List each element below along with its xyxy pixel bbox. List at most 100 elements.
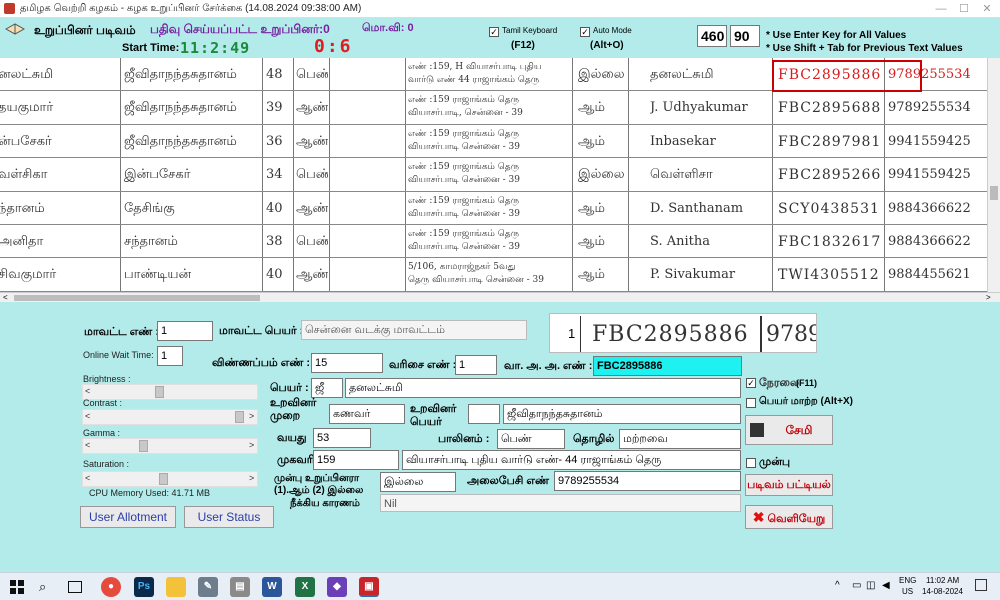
clock-time[interactable]: 11:02 AM [926, 576, 959, 585]
scan-cell-father: ஜீவிதாநந்தசுதானம் [124, 67, 237, 82]
gender-input[interactable]: பெண் [497, 429, 565, 449]
relative-initial-input[interactable] [468, 404, 500, 424]
application-no-input[interactable]: 15 [311, 353, 383, 373]
previous-checkbox[interactable] [746, 458, 756, 468]
chrome-icon[interactable]: ● [101, 577, 121, 597]
hint-enter-key: * Use Enter Key for All Values [766, 30, 907, 41]
tools-icon[interactable]: ✎ [198, 577, 218, 597]
windows-icon[interactable] [10, 580, 24, 594]
address-no-input[interactable]: 159 [313, 450, 399, 470]
scroll-thumb[interactable] [990, 186, 998, 200]
language-primary[interactable]: ENG [899, 576, 916, 585]
voter-id-input[interactable]: FBC2895886 [593, 356, 742, 376]
scan-vertical-scrollbar[interactable] [987, 58, 1000, 292]
scan-cell-phone: 9884366622 [888, 234, 971, 249]
scan-cell-id: FBC2895266 [778, 167, 882, 184]
scan-cell-addr1: எண் :159 ராஜாங்கம் தெரு [408, 128, 519, 139]
scroll-right-icon[interactable]: > [986, 293, 991, 302]
form-list-button[interactable]: படிவம் பட்டியல் [745, 474, 833, 496]
age-label: வயது [277, 432, 307, 444]
contrast-slider[interactable]: < > [82, 409, 258, 425]
relation-input[interactable]: கணவர் [329, 404, 405, 424]
removed-reason-label: நீக்கிய காரணம் [290, 498, 360, 509]
tamil-keyboard-checkbox[interactable]: ✓ [489, 27, 499, 37]
file-explorer-icon[interactable] [166, 577, 186, 597]
notification-icon[interactable] [975, 579, 987, 591]
battery-icon[interactable]: ▭ [852, 580, 861, 591]
scan-cell-father: ஜீவிதாநந்தசுதானம் [124, 133, 237, 149]
user-status-button[interactable]: User Status [184, 506, 274, 528]
name-initial-input[interactable]: ஜீ [311, 378, 343, 398]
scan-cell-addr2: வியாசர்பாடி சென்னை - 39 [408, 242, 520, 252]
photoshop-icon[interactable]: Ps [134, 577, 154, 597]
scan-cell-name: வள்சிகா [0, 167, 48, 183]
volume-icon[interactable]: ◀ [882, 580, 890, 591]
excel-icon[interactable]: X [295, 577, 315, 597]
application-no-label: விண்ணப்பம் எண் : [212, 357, 311, 369]
value-box-2[interactable]: 90 [730, 25, 760, 47]
auto-mode-key: (Alt+O) [590, 40, 624, 51]
scan-cell-status: இல்லை [578, 167, 625, 183]
online-wait-input[interactable]: 1 [157, 346, 183, 366]
scroll-thumb[interactable] [14, 295, 260, 301]
search-icon[interactable]: ⌕ [39, 579, 46, 595]
district-no-input[interactable]: 1 [157, 321, 213, 341]
scan-cell-sign: D. Santhanam [650, 200, 744, 216]
window-title: தமிழக வெற்றி கழகம் - கழக உறுப்பினர் சேர்… [20, 3, 362, 14]
save-button[interactable]: சேமி [745, 415, 833, 445]
scan-cell-addr2: வியாசர்பாடி சென்னை - 39 [408, 175, 520, 186]
scan-cell-id: TWI4305512 [778, 267, 880, 284]
scan-horizontal-scrollbar[interactable]: < > [0, 292, 1000, 302]
word-icon[interactable]: W [262, 577, 282, 597]
task-view-icon[interactable] [68, 581, 82, 593]
save-label: சேமி [785, 423, 813, 437]
scan-cell-addr1: 5/106, காமராஜ்நகர் 5வது [408, 262, 516, 273]
scan-cell-sign: Inbasekar [650, 133, 716, 149]
scan-row: ன்பசேகர் ஜீவிதாநந்தசுதானம் 36 ஆண் ஆம் Inbasek… [0, 125, 995, 159]
removed-reason-input[interactable]: Nil [380, 494, 741, 512]
direct-checkbox[interactable]: ✓ [746, 378, 756, 388]
scroll-left-icon[interactable]: < [3, 293, 8, 302]
serial-no-input[interactable]: 1 [455, 355, 497, 375]
relative-name-input[interactable]: ஜீவிதாநந்தசுதானம் [503, 404, 741, 424]
scan-cell-addr2: வியாசர்பாடி சென்னை - 39 [408, 141, 520, 152]
tray-chevron-icon[interactable]: ^ [835, 580, 840, 591]
scan-cell-age: 40 [266, 267, 283, 283]
app-icon[interactable]: ▣ [359, 577, 379, 597]
scan-cell-age: 40 [266, 200, 283, 216]
scan-cell-age: 34 [266, 167, 283, 183]
auto-mode-checkbox[interactable]: ✓ [580, 27, 590, 37]
clock-date[interactable]: 14-08-2024 [922, 587, 963, 596]
address-input[interactable]: வியாசர்பாடி புதிய வார்டு எண்- 44 ராஜாங்க… [402, 450, 741, 470]
name-change-checkbox[interactable] [746, 398, 756, 408]
exit-button[interactable]: ✖ வெளியேறு [745, 505, 833, 529]
saturation-slider[interactable]: < > [82, 471, 258, 487]
visual-studio-icon[interactable]: ◆ [327, 577, 347, 597]
form-title: உறுப்பினர் படிவம் [34, 23, 136, 37]
voter-id-label: வா. அ. அ. எண் : [504, 360, 593, 372]
scan-cell-name: தயகுமார் [0, 100, 54, 116]
scan-cell-sign: P. Sivakumar [650, 267, 736, 283]
scanned-form-image[interactable]: னலட்சுமி ஜீவிதாநந்தசுதானம் 48 பெண் இல்லை தனலட… [0, 58, 1000, 292]
name-input[interactable]: தனலட்சுமி [345, 378, 741, 398]
printer-icon[interactable]: ▤ [230, 577, 250, 597]
prev-member-input[interactable]: இல்லை [380, 472, 456, 492]
online-wait-label: Online Wait Time: [83, 350, 154, 360]
elapsed-counter: 0:6 [314, 36, 353, 57]
value-box-1[interactable]: 460 [697, 25, 727, 47]
user-allotment-button[interactable]: User Allotment [80, 506, 176, 528]
scan-cell-father: ஜீவிதாநந்தசுதானம் [124, 100, 237, 116]
scan-cell-sign: J. Udhyakumar [650, 100, 748, 116]
age-input[interactable]: 53 [313, 428, 371, 448]
minimize-button[interactable]: — [930, 1, 952, 17]
language-secondary[interactable]: US [902, 587, 913, 596]
gamma-slider[interactable]: < > [82, 438, 258, 454]
mobile-input[interactable]: 9789255534 [554, 471, 741, 491]
occupation-input[interactable]: மற்றவை [619, 429, 741, 449]
scan-cell-addr1: எண் :159, H வியாசர்பாடி புதிய [408, 62, 542, 72]
exit-label: வெளியேறு [767, 513, 826, 525]
network-icon[interactable]: ◫ [866, 580, 875, 591]
maximize-button[interactable]: ☐ [953, 1, 975, 17]
district-name-input[interactable]: சென்னை வடக்கு மாவட்டம் [301, 320, 527, 340]
close-button[interactable]: ✕ [976, 1, 998, 17]
